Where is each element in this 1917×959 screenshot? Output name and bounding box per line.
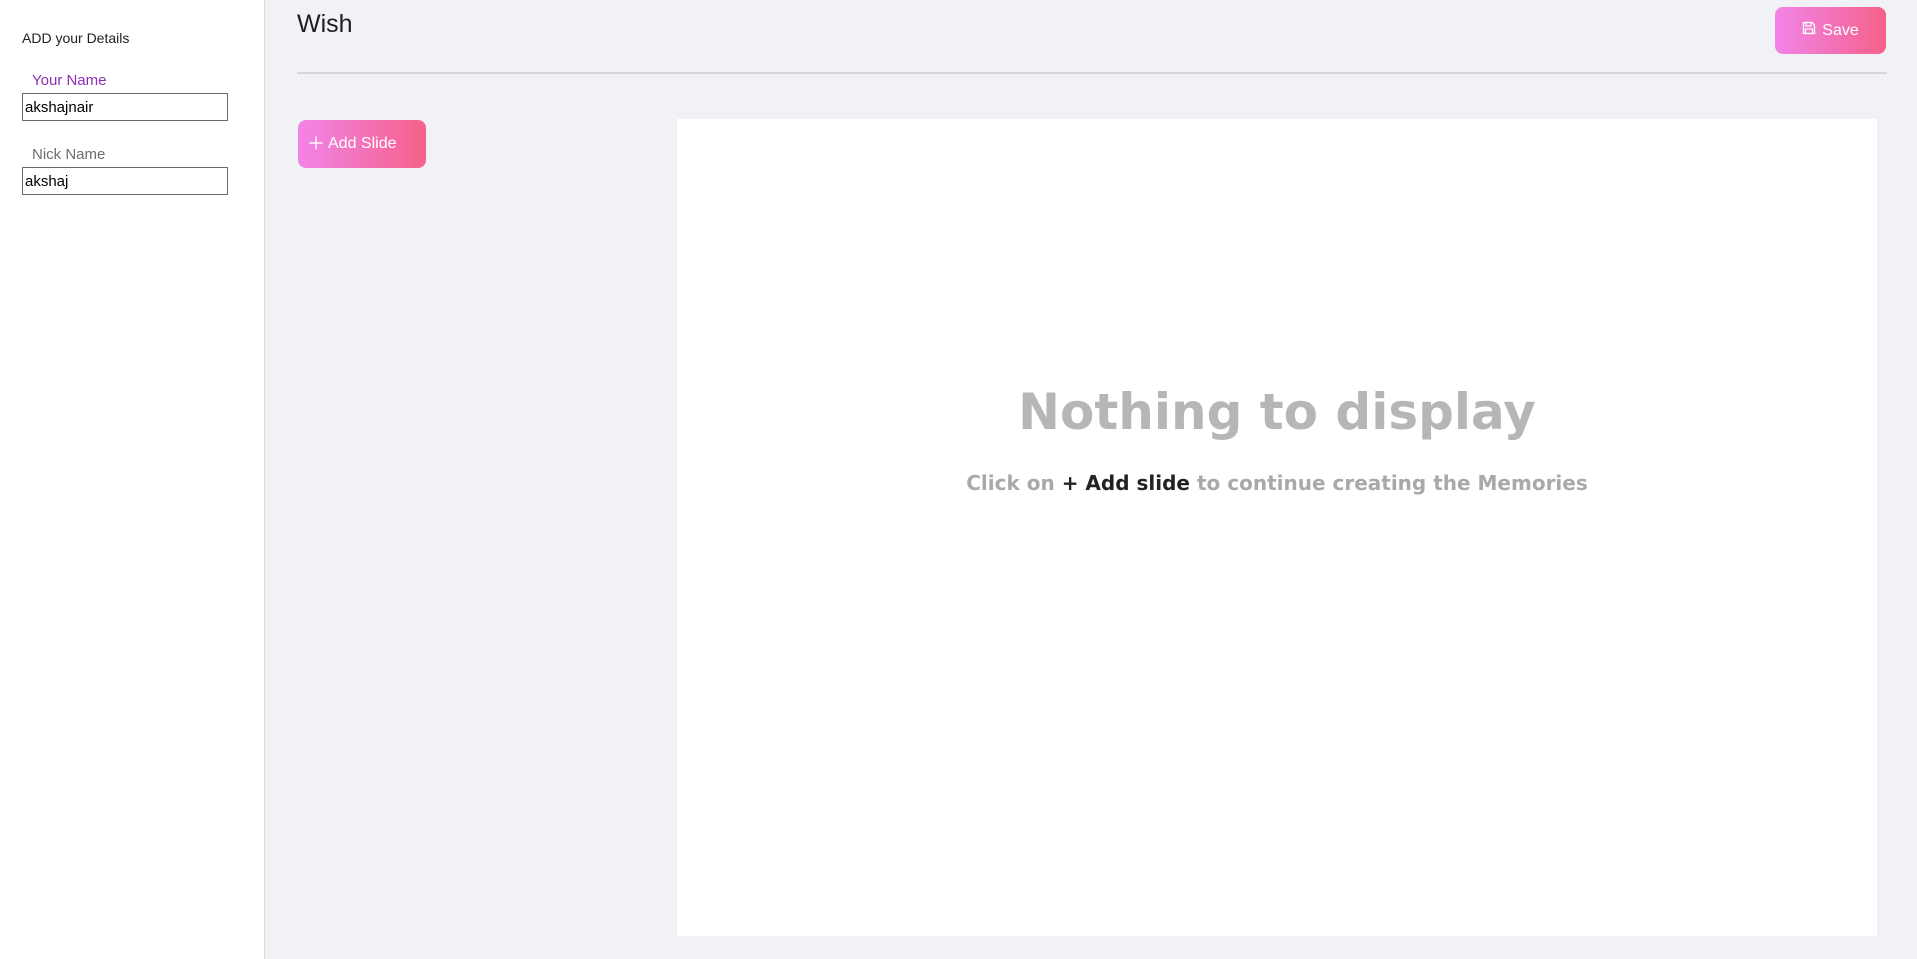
your-name-label: Your Name	[32, 72, 107, 89]
details-sidebar: ADD your Details Your Name Nick Name	[0, 0, 265, 959]
save-button[interactable]: Save	[1775, 7, 1886, 54]
nick-name-input[interactable]	[22, 167, 228, 195]
empty-state-action: + Add slide	[1061, 471, 1190, 495]
your-name-input[interactable]	[22, 93, 228, 121]
empty-state-suffix: to continue creating the Memories	[1196, 471, 1588, 495]
add-slide-button[interactable]: Add Slide	[298, 120, 426, 168]
slide-canvas: Nothing to display Click on + Add slide …	[677, 119, 1877, 936]
save-button-label: Save	[1822, 21, 1859, 39]
app-root: ADD your Details Your Name Nick Name Wis…	[0, 0, 1917, 959]
page-title: Wish	[297, 10, 353, 38]
empty-state-title: Nothing to display	[1018, 383, 1536, 441]
floppy-disk-icon	[1802, 21, 1816, 40]
empty-state-subtitle: Click on + Add slide to continue creatin…	[677, 471, 1877, 495]
sidebar-title: ADD your Details	[22, 30, 130, 46]
nick-name-label: Nick Name	[32, 146, 106, 163]
header-divider	[297, 72, 1887, 74]
add-slide-label: Add Slide	[328, 135, 397, 152]
empty-state-prefix: Click on	[966, 471, 1055, 495]
plus-icon	[308, 133, 324, 155]
